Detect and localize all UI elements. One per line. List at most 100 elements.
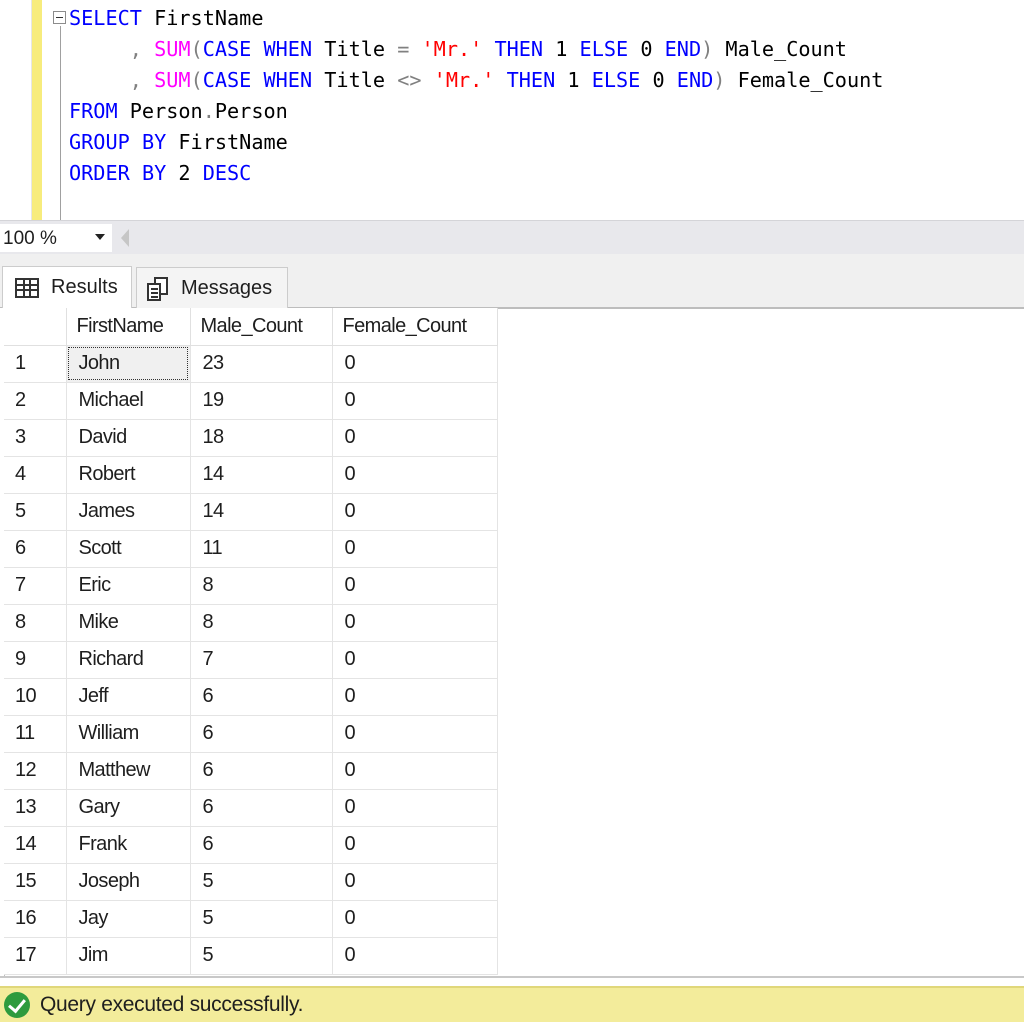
firstname-cell[interactable]: Joseph [66, 863, 191, 901]
firstname-cell[interactable]: William [66, 715, 191, 753]
code-line[interactable]: SELECT FirstName [69, 3, 263, 34]
female-count-cell[interactable]: 0 [332, 826, 498, 864]
sql-editor[interactable]: SELECT FirstName , SUM(CASE WHEN Title =… [0, 0, 1024, 220]
female-count-cell[interactable]: 0 [332, 789, 498, 827]
female-count-cell[interactable]: 0 [332, 937, 498, 975]
firstname-cell[interactable]: Mike [66, 604, 191, 642]
table-row[interactable]: 2 Michael 19 0 [4, 382, 498, 420]
chevron-down-icon[interactable] [95, 234, 105, 240]
row-number-cell[interactable]: 5 [4, 493, 67, 531]
male-count-cell[interactable]: 5 [190, 863, 333, 901]
female-count-cell[interactable]: 0 [332, 382, 498, 420]
female-count-cell[interactable]: 0 [332, 456, 498, 494]
firstname-cell[interactable]: James [66, 493, 191, 531]
female-count-cell[interactable]: 0 [332, 900, 498, 938]
row-number-cell[interactable]: 11 [4, 715, 67, 753]
male-count-cell[interactable]: 23 [190, 345, 333, 383]
column-header-firstname[interactable]: FirstName [66, 308, 191, 346]
table-row[interactable]: 1 John 23 0 [4, 345, 498, 383]
male-count-cell[interactable]: 5 [190, 937, 333, 975]
firstname-cell[interactable]: Jim [66, 937, 191, 975]
table-row[interactable]: 17 Jim 5 0 [4, 937, 498, 975]
male-count-cell[interactable]: 6 [190, 752, 333, 790]
table-row[interactable]: 10 Jeff 6 0 [4, 678, 498, 716]
row-number-cell[interactable]: 1 [4, 345, 67, 383]
table-row[interactable]: 16 Jay 5 0 [4, 900, 498, 938]
row-number-cell[interactable]: 14 [4, 826, 67, 864]
scroll-left-arrow-icon[interactable] [121, 229, 129, 247]
row-number-cell[interactable]: 9 [4, 641, 67, 679]
male-count-cell[interactable]: 14 [190, 493, 333, 531]
table-row[interactable]: 6 Scott 11 0 [4, 530, 498, 568]
firstname-cell[interactable]: Richard [66, 641, 191, 679]
male-count-cell[interactable]: 6 [190, 715, 333, 753]
row-number-cell[interactable]: 3 [4, 419, 67, 457]
female-count-cell[interactable]: 0 [332, 752, 498, 790]
female-count-cell[interactable]: 0 [332, 530, 498, 568]
firstname-cell[interactable]: Matthew [66, 752, 191, 790]
female-count-cell[interactable]: 0 [332, 715, 498, 753]
table-row[interactable]: 5 James 14 0 [4, 493, 498, 531]
row-number-cell[interactable]: 16 [4, 900, 67, 938]
female-count-cell[interactable]: 0 [332, 641, 498, 679]
female-count-cell[interactable]: 0 [332, 604, 498, 642]
row-number-cell[interactable]: 13 [4, 789, 67, 827]
male-count-cell[interactable]: 18 [190, 419, 333, 457]
code-line[interactable]: , SUM(CASE WHEN Title = 'Mr.' THEN 1 ELS… [69, 34, 847, 65]
row-number-cell[interactable]: 15 [4, 863, 67, 901]
tab-messages[interactable]: Messages [136, 267, 288, 309]
row-number-cell[interactable]: 2 [4, 382, 67, 420]
row-number-cell[interactable]: 17 [4, 937, 67, 975]
table-row[interactable]: 3 David 18 0 [4, 419, 498, 457]
table-row[interactable]: 11 William 6 0 [4, 715, 498, 753]
table-row[interactable]: 9 Richard 7 0 [4, 641, 498, 679]
tab-results[interactable]: Results [2, 266, 132, 309]
row-number-cell[interactable]: 8 [4, 604, 67, 642]
code-line[interactable]: FROM Person.Person [69, 96, 288, 127]
code-line[interactable]: , SUM(CASE WHEN Title <> 'Mr.' THEN 1 EL… [69, 65, 884, 96]
male-count-cell[interactable]: 6 [190, 826, 333, 864]
firstname-cell[interactable]: David [66, 419, 191, 457]
firstname-cell[interactable]: Jeff [66, 678, 191, 716]
firstname-cell[interactable]: Frank [66, 826, 191, 864]
male-count-cell[interactable]: 14 [190, 456, 333, 494]
male-count-cell[interactable]: 19 [190, 382, 333, 420]
male-count-cell[interactable]: 8 [190, 567, 333, 605]
row-number-header[interactable] [4, 308, 67, 346]
male-count-cell[interactable]: 6 [190, 678, 333, 716]
male-count-cell[interactable]: 5 [190, 900, 333, 938]
row-number-cell[interactable]: 10 [4, 678, 67, 716]
female-count-cell[interactable]: 0 [332, 419, 498, 457]
table-row[interactable]: 8 Mike 8 0 [4, 604, 498, 642]
firstname-cell[interactable]: Scott [66, 530, 191, 568]
results-grid[interactable]: FirstName Male_Count Female_Count 1 John 2… [4, 308, 498, 975]
column-header-female-count[interactable]: Female_Count [332, 308, 498, 346]
male-count-cell[interactable]: 6 [190, 789, 333, 827]
table-row[interactable]: 13 Gary 6 0 [4, 789, 498, 827]
firstname-cell[interactable]: Eric [66, 567, 191, 605]
firstname-cell[interactable]: Gary [66, 789, 191, 827]
firstname-cell[interactable]: John [66, 345, 191, 383]
row-number-cell[interactable]: 4 [4, 456, 67, 494]
firstname-cell[interactable]: Jay [66, 900, 191, 938]
row-number-cell[interactable]: 12 [4, 752, 67, 790]
row-number-cell[interactable]: 6 [4, 530, 67, 568]
table-row[interactable]: 15 Joseph 5 0 [4, 863, 498, 901]
collapse-toggle-icon[interactable] [53, 11, 66, 24]
table-row[interactable]: 4 Robert 14 0 [4, 456, 498, 494]
female-count-cell[interactable]: 0 [332, 678, 498, 716]
column-header-male-count[interactable]: Male_Count [190, 308, 333, 346]
table-row[interactable]: 14 Frank 6 0 [4, 826, 498, 864]
female-count-cell[interactable]: 0 [332, 863, 498, 901]
male-count-cell[interactable]: 7 [190, 641, 333, 679]
firstname-cell[interactable]: Robert [66, 456, 191, 494]
zoom-dropdown[interactable]: 100 % [0, 224, 112, 252]
female-count-cell[interactable]: 0 [332, 493, 498, 531]
firstname-cell[interactable]: Michael [66, 382, 191, 420]
male-count-cell[interactable]: 8 [190, 604, 333, 642]
row-number-cell[interactable]: 7 [4, 567, 67, 605]
female-count-cell[interactable]: 0 [332, 567, 498, 605]
male-count-cell[interactable]: 11 [190, 530, 333, 568]
table-row[interactable]: 12 Matthew 6 0 [4, 752, 498, 790]
code-line[interactable]: ORDER BY 2 DESC [69, 158, 251, 189]
